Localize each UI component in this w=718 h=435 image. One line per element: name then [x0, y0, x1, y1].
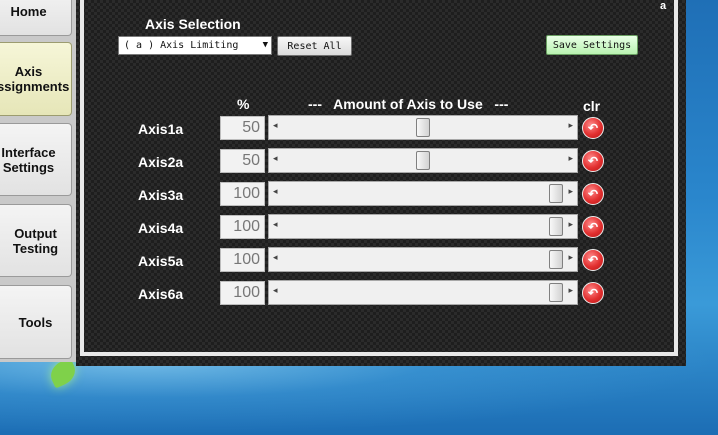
- axis-amount-slider[interactable]: ◂ ▸: [268, 115, 578, 140]
- nav-tools-button[interactable]: Tools: [0, 285, 72, 359]
- amount-header: --- Amount of Axis to Use ---: [308, 96, 509, 112]
- axis-percent-field[interactable]: 100: [220, 215, 265, 239]
- axis-amount-slider[interactable]: ◂ ▸: [268, 181, 578, 206]
- undo-arrow-icon[interactable]: ↶: [582, 249, 604, 271]
- axis-percent-field[interactable]: 50: [220, 149, 265, 173]
- undo-arrow-icon[interactable]: ↶: [582, 150, 604, 172]
- undo-arrow-icon[interactable]: ↶: [582, 183, 604, 205]
- axis-label: Axis6a: [138, 286, 184, 302]
- slider-track: [283, 182, 563, 205]
- axis-amount-slider[interactable]: ◂ ▸: [268, 214, 578, 239]
- slider-track: [283, 281, 563, 304]
- right-arrow-icon[interactable]: ▸: [568, 285, 573, 296]
- nav-output-testing-label: Output Testing: [12, 225, 59, 256]
- left-arrow-icon[interactable]: ◂: [273, 219, 278, 230]
- axis-label: Axis1a: [138, 121, 184, 137]
- left-arrow-icon[interactable]: ◂: [273, 120, 278, 131]
- right-arrow-icon[interactable]: ▸: [568, 252, 573, 263]
- left-arrow-icon[interactable]: ◂: [273, 252, 278, 263]
- right-arrow-icon[interactable]: ▸: [568, 219, 573, 230]
- slider-thumb[interactable]: [549, 217, 563, 236]
- slider-track: [283, 116, 563, 139]
- slider-track: [283, 215, 563, 238]
- axis-label: Axis5a: [138, 253, 184, 269]
- corner-label: a: [660, 0, 667, 12]
- undo-arrow-icon[interactable]: ↶: [582, 282, 604, 304]
- nav-tools-label: Tools: [18, 314, 53, 330]
- axis-amount-slider[interactable]: ◂ ▸: [268, 280, 578, 305]
- clear-header: clr: [583, 98, 601, 114]
- slider-track: [283, 248, 563, 271]
- axis-selection-dropdown[interactable]: ( a ) Axis Limiting ▼: [118, 36, 272, 55]
- undo-arrow-icon[interactable]: ↶: [582, 117, 604, 139]
- right-arrow-icon[interactable]: ▸: [568, 153, 573, 164]
- axis-amount-slider[interactable]: ◂ ▸: [268, 247, 578, 272]
- axis-percent-field[interactable]: 100: [220, 182, 265, 206]
- axis-percent-field[interactable]: 100: [220, 281, 265, 305]
- axis-label: Axis3a: [138, 187, 184, 203]
- axis-label: Axis4a: [138, 220, 184, 236]
- axis-label: Axis2a: [138, 154, 184, 170]
- nav-interface-settings-button[interactable]: Interface Settings: [0, 123, 72, 196]
- nav-axis-assignments-label: Axis Assignments: [0, 64, 70, 94]
- left-arrow-icon[interactable]: ◂: [273, 153, 278, 164]
- axis-percent-field[interactable]: 100: [220, 248, 265, 272]
- nav-interface-settings-label: Interface Settings: [1, 144, 56, 175]
- left-navigation: Home Axis Assignments Interface Settings…: [0, 0, 76, 362]
- slider-thumb[interactable]: [416, 151, 430, 170]
- save-settings-button[interactable]: Save Settings: [546, 35, 638, 55]
- nav-axis-assignments-button[interactable]: Axis Assignments: [0, 42, 72, 116]
- left-arrow-icon[interactable]: ◂: [273, 285, 278, 296]
- nav-home-button[interactable]: Home: [0, 0, 72, 36]
- slider-track: [283, 149, 563, 172]
- axis-amount-slider[interactable]: ◂ ▸: [268, 148, 578, 173]
- right-arrow-icon[interactable]: ▸: [568, 186, 573, 197]
- reset-all-button[interactable]: Reset All: [277, 36, 352, 56]
- axis-selection-value: ( a ) Axis Limiting: [124, 40, 239, 51]
- undo-arrow-icon[interactable]: ↶: [582, 216, 604, 238]
- axis-selection-title: Axis Selection: [145, 16, 241, 32]
- nav-output-testing-button[interactable]: Output Testing: [0, 204, 72, 277]
- right-arrow-icon[interactable]: ▸: [568, 120, 573, 131]
- left-arrow-icon[interactable]: ◂: [273, 186, 278, 197]
- slider-thumb[interactable]: [416, 118, 430, 137]
- slider-thumb[interactable]: [549, 283, 563, 302]
- slider-thumb[interactable]: [549, 184, 563, 203]
- axis-percent-field[interactable]: 50: [220, 116, 265, 140]
- slider-thumb[interactable]: [549, 250, 563, 269]
- chevron-down-icon: ▼: [262, 40, 268, 50]
- nav-home-label: Home: [10, 3, 47, 19]
- percent-header: %: [237, 96, 250, 112]
